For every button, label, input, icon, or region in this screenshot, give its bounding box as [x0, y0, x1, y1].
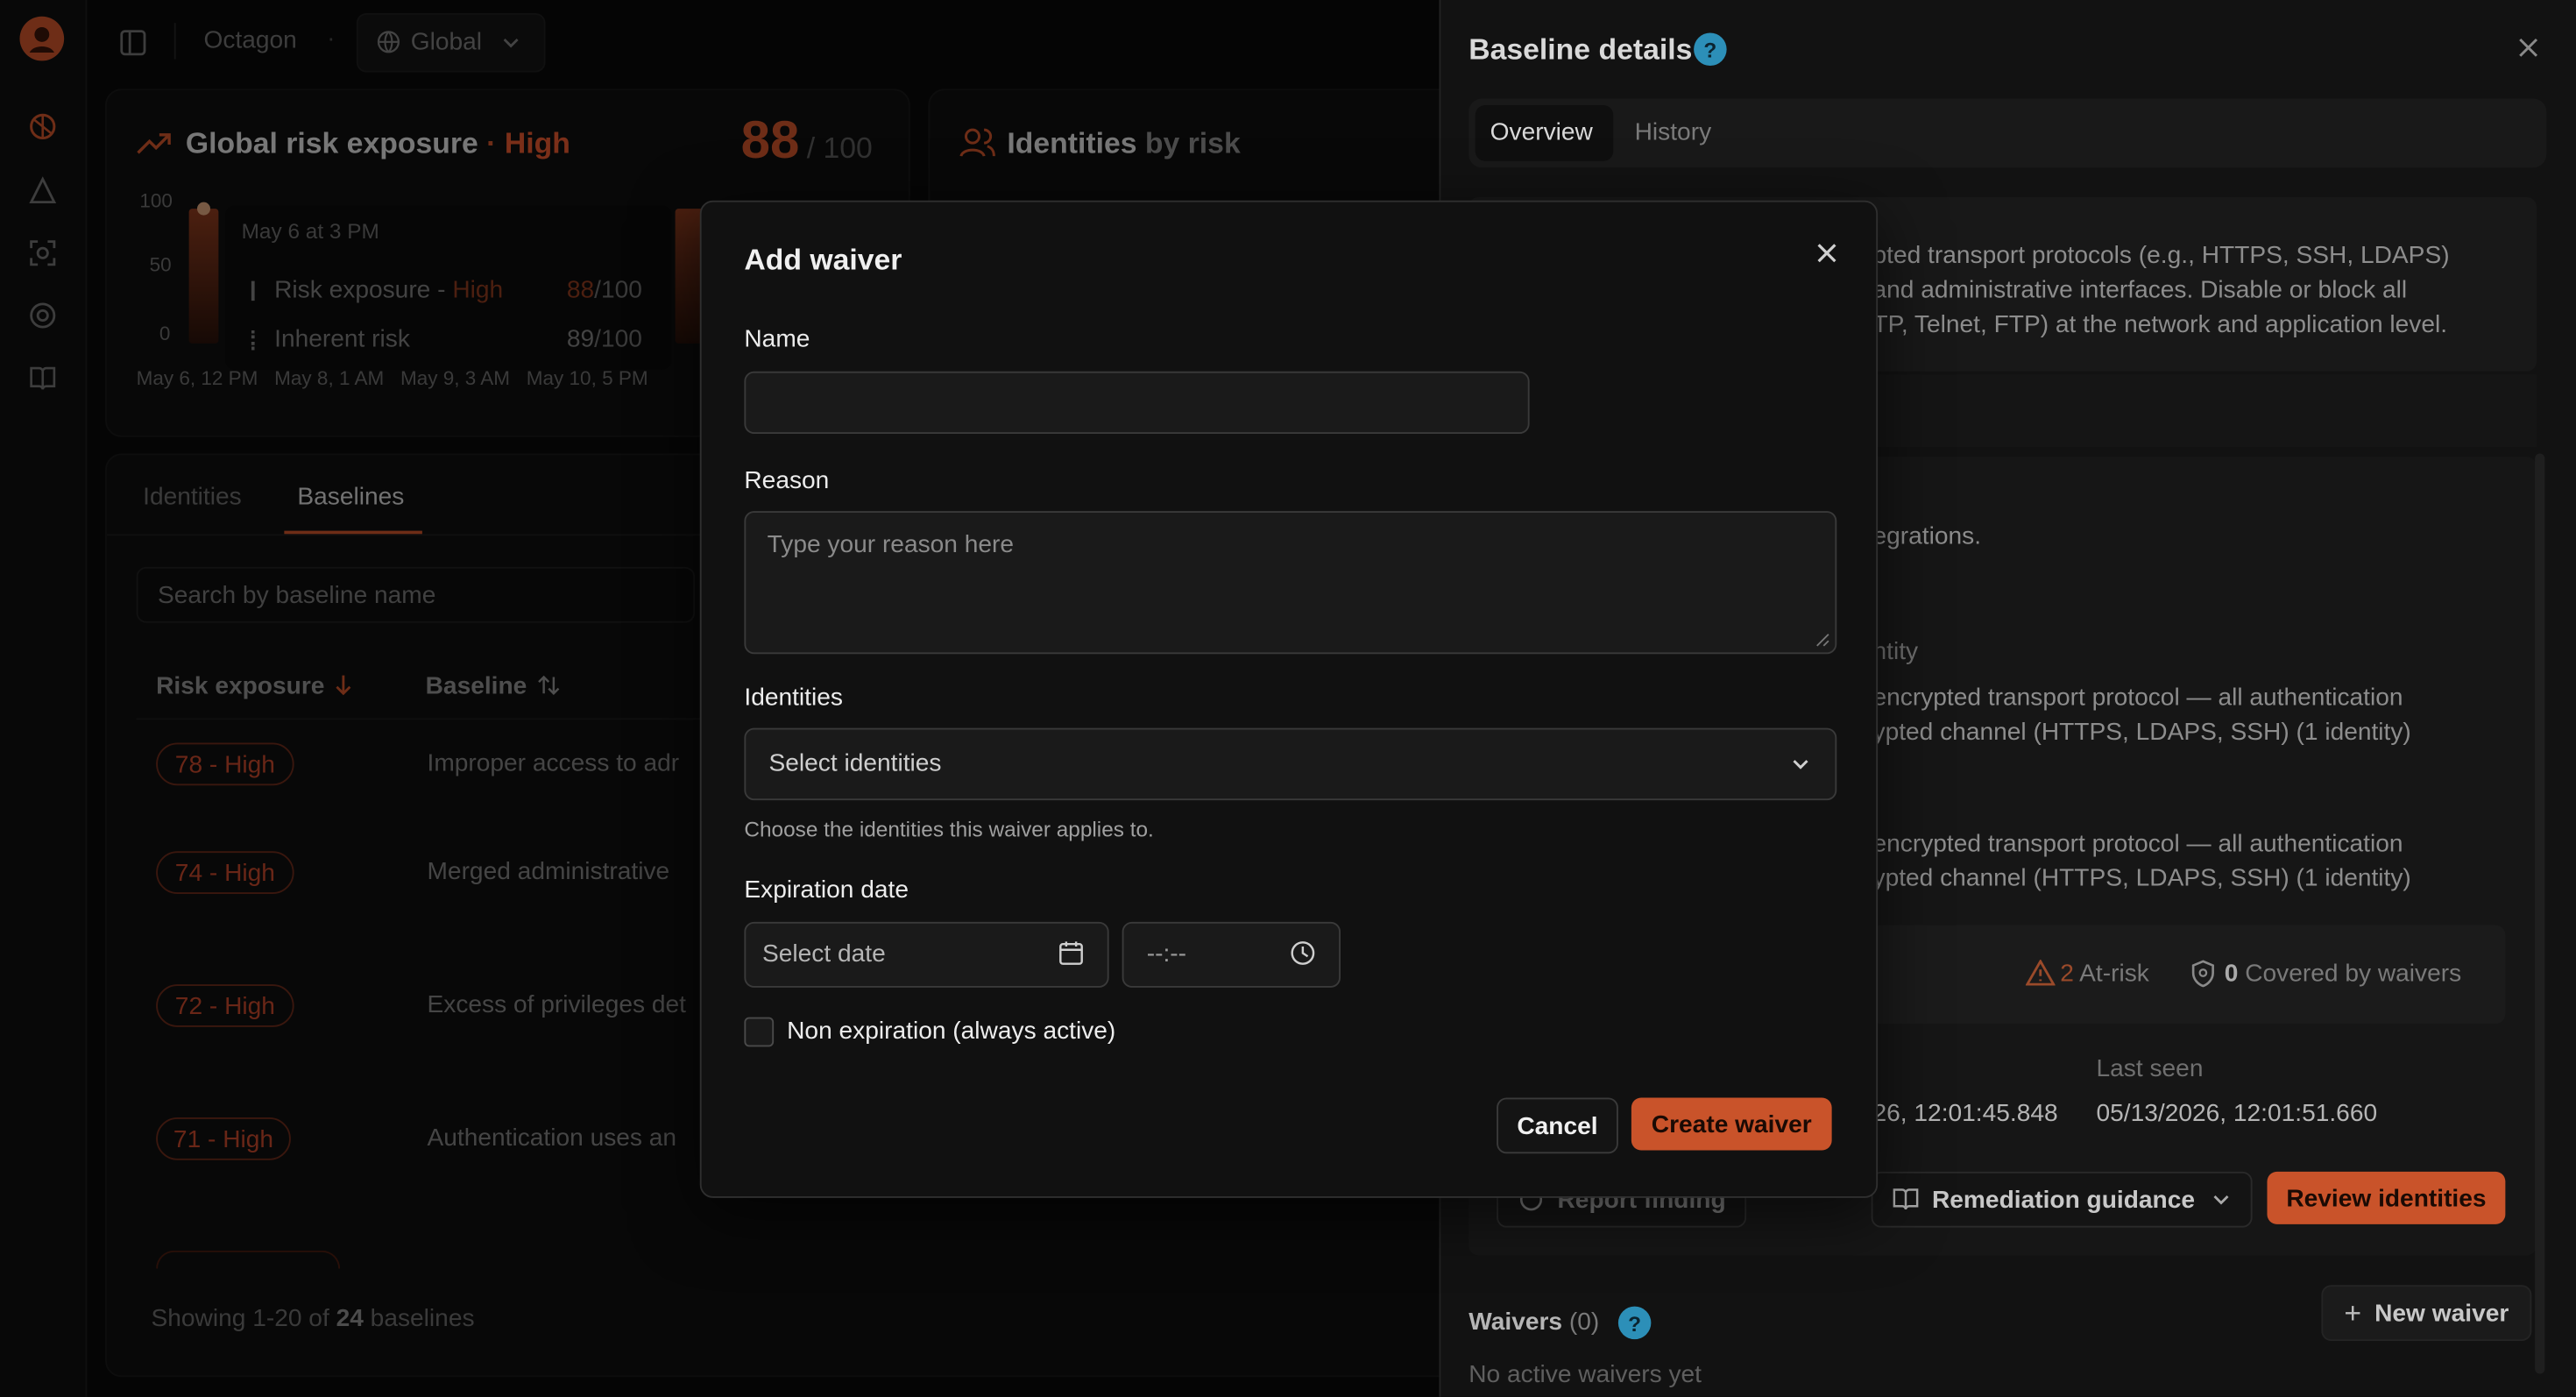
- calendar-icon[interactable]: [1058, 940, 1085, 967]
- cancel-button[interactable]: Cancel: [1497, 1098, 1618, 1154]
- clock-icon[interactable]: [1290, 940, 1316, 967]
- reason-label: Reason: [744, 467, 829, 495]
- identities-placeholder: Select identities: [769, 749, 942, 777]
- finding-line: ypted channel (HTTPS, LDAPS, SSH) (1 ide…: [1873, 715, 2411, 749]
- new-waiver-label: New waiver: [2374, 1299, 2509, 1327]
- identities-select[interactable]: Select identities: [744, 728, 1836, 801]
- tab-overview[interactable]: Overview: [1476, 105, 1614, 161]
- identities-label: Identities: [744, 684, 843, 712]
- create-waiver-button[interactable]: Create waiver: [1631, 1098, 1832, 1151]
- date-placeholder: Select date: [762, 940, 886, 968]
- warning-icon: [2026, 960, 2056, 986]
- time-picker[interactable]: --:--: [1122, 922, 1341, 988]
- reason-placeholder: Type your reason here: [768, 531, 1014, 559]
- plus-icon: +: [2344, 1295, 2361, 1330]
- chevron-down-icon: [1791, 756, 1811, 773]
- covered-label: Covered by waivers: [2245, 960, 2461, 988]
- remediation-label: Remediation guidance: [1932, 1186, 2195, 1214]
- finding-line: ypted channel (HTTPS, LDAPS, SSH) (1 ide…: [1873, 862, 2411, 896]
- finding-line: encrypted transport protocol — all authe…: [1873, 826, 2403, 861]
- non-expiration-label[interactable]: Non expiration (always active): [787, 1018, 1115, 1046]
- cancel-label: Cancel: [1517, 1111, 1597, 1139]
- reason-textarea[interactable]: Type your reason here: [744, 511, 1836, 654]
- dialog-title: Add waiver: [744, 244, 902, 278]
- remediation-guidance-button[interactable]: Remediation guidance: [1872, 1172, 2253, 1228]
- panel-tabs: Overview History: [1468, 99, 2546, 168]
- tab-history[interactable]: History: [1635, 118, 1712, 146]
- at-risk-count: 2: [2060, 960, 2074, 988]
- description-line: and administrative interfaces. Disable o…: [1873, 273, 2408, 307]
- waivers-help-icon[interactable]: ?: [1618, 1307, 1652, 1340]
- integrations-text: egrations.: [1873, 520, 1982, 554]
- help-icon[interactable]: ?: [1694, 33, 1727, 67]
- panel-title: Baseline details: [1468, 33, 1692, 67]
- book-open-icon: [1893, 1188, 1919, 1211]
- first-seen-value: 26, 12:01:45.848: [1873, 1096, 2058, 1131]
- description-line: TP, Telnet, FTP) at the network and appl…: [1873, 308, 2448, 342]
- shield-icon: [2190, 960, 2216, 988]
- chevron-down-icon: [2212, 1191, 2232, 1208]
- last-seen-value: 05/13/2026, 12:01:51.660: [2097, 1096, 2378, 1131]
- description-line: pted transport protocols (e.g., HTTPS, S…: [1873, 238, 2450, 273]
- waivers-count: (0): [1569, 1308, 1599, 1337]
- review-identities-button[interactable]: Review identities: [2268, 1172, 2506, 1224]
- finding-line: encrypted transport protocol — all authe…: [1873, 680, 2403, 714]
- no-waivers-text: No active waivers yet: [1468, 1358, 1702, 1392]
- last-seen-label: Last seen: [2097, 1052, 2204, 1086]
- identity-header: ntity: [1873, 635, 1919, 669]
- covered-count: 0: [2225, 960, 2239, 988]
- panel-scrollbar[interactable]: [2535, 454, 2544, 1374]
- close-icon[interactable]: [2517, 36, 2540, 59]
- time-placeholder: --:--: [1147, 940, 1186, 968]
- expiration-label: Expiration date: [744, 876, 909, 904]
- create-waiver-label: Create waiver: [1652, 1110, 1812, 1138]
- waivers-label: Waivers: [1468, 1308, 1562, 1337]
- name-label: Name: [744, 325, 810, 353]
- new-waiver-button[interactable]: + New waiver: [2321, 1285, 2531, 1341]
- resize-handle-icon[interactable]: [1815, 633, 1830, 648]
- at-risk-label: At-risk: [2079, 960, 2149, 988]
- date-picker[interactable]: Select date: [744, 922, 1108, 988]
- non-expiration-checkbox[interactable]: [744, 1018, 774, 1047]
- add-waiver-dialog: Add waiver Name Reason Type your reason …: [700, 201, 1878, 1198]
- close-icon[interactable]: [1815, 242, 1838, 265]
- tab-overview-label: Overview: [1490, 118, 1593, 146]
- review-identities-label: Review identities: [2286, 1184, 2486, 1212]
- identities-help-text: Choose the identities this waiver applie…: [744, 817, 1153, 841]
- name-input[interactable]: [744, 372, 1529, 434]
